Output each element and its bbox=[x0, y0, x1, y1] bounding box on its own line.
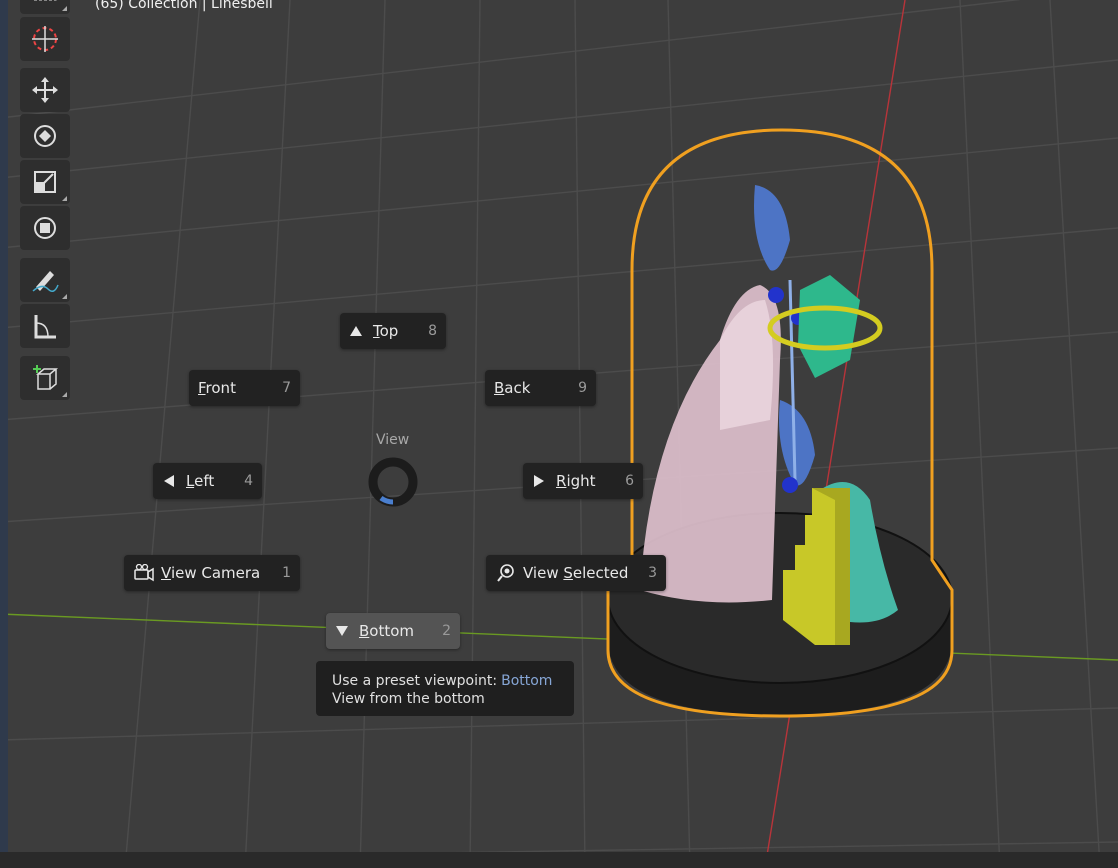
tool-transform[interactable] bbox=[20, 206, 70, 250]
tool-annotate[interactable] bbox=[20, 258, 70, 302]
triangle-right-icon bbox=[532, 474, 546, 488]
pie-right-button[interactable]: Right 6 bbox=[523, 463, 643, 499]
tool-measure[interactable] bbox=[20, 304, 70, 348]
select-box-icon bbox=[33, 0, 57, 1]
tool-move[interactable] bbox=[20, 68, 70, 112]
pie-top-button[interactable]: Top 8 bbox=[340, 313, 446, 349]
camera-icon bbox=[133, 562, 155, 584]
tooltip-value: Bottom bbox=[501, 673, 553, 689]
tooltip-description: Use a preset viewpoint: bbox=[332, 673, 498, 689]
tool-rotate[interactable] bbox=[20, 114, 70, 158]
pie-left-button[interactable]: Left 4 bbox=[153, 463, 262, 499]
measure-icon bbox=[34, 315, 56, 339]
viewport-scene[interactable] bbox=[0, 0, 1118, 868]
pie-bottom-button[interactable]: Bottom 2 bbox=[326, 613, 460, 649]
bottom-status-bar bbox=[0, 852, 1118, 868]
pie-menu-title: View bbox=[376, 432, 410, 448]
pie-front-button[interactable]: Front 7 bbox=[189, 370, 300, 406]
rotate-icon bbox=[34, 125, 56, 147]
tool-add-cube[interactable] bbox=[20, 356, 70, 400]
move-icon bbox=[32, 77, 58, 103]
left-edge-strip bbox=[0, 0, 8, 868]
triangle-down-icon bbox=[335, 624, 349, 638]
pie-back-button[interactable]: Back 9 bbox=[485, 370, 596, 406]
pie-view-selected-button[interactable]: View Selected 3 bbox=[486, 555, 666, 591]
tooltip: Use a preset viewpoint: Bottom View from … bbox=[316, 661, 574, 716]
add-cube-icon bbox=[33, 365, 59, 390]
tool-cursor[interactable] bbox=[20, 17, 70, 61]
annotate-icon bbox=[32, 271, 59, 292]
pie-direction-indicator bbox=[368, 457, 418, 507]
collection-label: (65) Collection | Linesbell bbox=[95, 0, 273, 12]
bell-jar-object bbox=[606, 128, 954, 718]
pie-view-camera-button[interactable]: View Camera 1 bbox=[124, 555, 300, 591]
transform-icon bbox=[34, 217, 56, 239]
triangle-left-icon bbox=[162, 474, 176, 488]
tool-select-box[interactable] bbox=[20, 0, 70, 14]
tooltip-detail: View from the bottom bbox=[332, 691, 485, 707]
tool-scale[interactable] bbox=[20, 160, 70, 204]
triangle-up-icon bbox=[349, 324, 363, 338]
cursor-icon bbox=[32, 26, 58, 52]
scale-icon bbox=[34, 171, 56, 193]
zoom-selected-icon bbox=[495, 562, 517, 584]
3d-viewport[interactable]: (65) Collection | Linesbell Top 8 Front … bbox=[0, 0, 1118, 868]
